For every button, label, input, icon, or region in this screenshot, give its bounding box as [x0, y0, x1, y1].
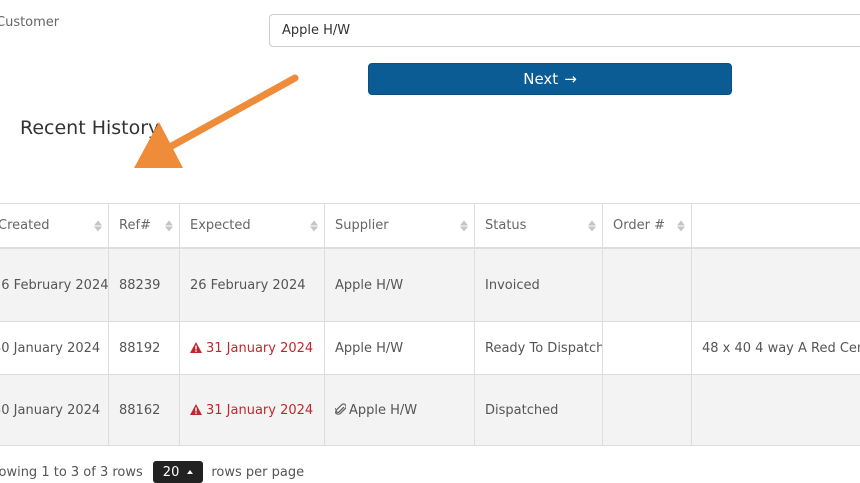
column-header-ref[interactable]: Ref# — [109, 204, 180, 249]
cell-status: Invoiced — [475, 248, 603, 322]
cell-ref: 88192 — [109, 322, 180, 375]
warning-icon — [190, 404, 202, 415]
sort-icon — [677, 220, 685, 231]
cell-ref: 88162 — [109, 375, 180, 446]
cell-created: 30 January 2024 — [0, 322, 109, 375]
cell-expected: 31 January 2024 — [180, 375, 325, 446]
column-header-status[interactable]: Status — [475, 204, 603, 249]
cell-status: Ready To Dispatch — [475, 322, 603, 375]
table-row[interactable]: 26 February 2024 88239 26 February 2024 … — [0, 248, 860, 322]
page-size-dropdown[interactable]: 20 — [153, 461, 204, 483]
next-label: Next — [523, 70, 558, 88]
expected-date: 31 January 2024 — [206, 403, 313, 418]
sort-icon — [460, 220, 468, 231]
supplier-name: Apple H/W — [349, 403, 417, 418]
cell-notes — [692, 375, 860, 446]
sort-icon — [310, 220, 318, 231]
cell-order — [603, 375, 692, 446]
table-header-row: Created Ref# Expected Supplier Status Or… — [0, 204, 860, 249]
cell-expected: 31 January 2024 — [180, 322, 325, 375]
cell-supplier: Apple H/W — [325, 375, 475, 446]
table-row[interactable]: 30 January 2024 88162 31 January 2024 Ap… — [0, 375, 860, 446]
page-size-value: 20 — [163, 465, 180, 480]
cell-supplier: Apple H/W — [325, 248, 475, 322]
pagination-summary: Showing 1 to 3 of 3 rows — [0, 465, 143, 480]
warning-icon — [190, 342, 202, 353]
customer-label: Customer — [0, 15, 59, 30]
cell-expected: 26 February 2024 — [180, 248, 325, 322]
table-row[interactable]: 30 January 2024 88192 31 January 2024 Ap… — [0, 322, 860, 375]
cell-order — [603, 248, 692, 322]
cell-notes — [692, 248, 860, 322]
cell-order — [603, 322, 692, 375]
cell-notes: 48 x 40 4 way A Red Centre — [692, 322, 860, 375]
sort-icon — [588, 220, 596, 231]
column-header-supplier[interactable]: Supplier — [325, 204, 475, 249]
cell-created: 26 February 2024 — [0, 248, 109, 322]
next-button[interactable]: Next → — [368, 63, 732, 95]
column-header-order[interactable]: Order # — [603, 204, 692, 249]
cell-supplier: Apple H/W — [325, 322, 475, 375]
column-header-created[interactable]: Created — [0, 204, 109, 249]
pagination: Showing 1 to 3 of 3 rows 20 rows per pag… — [0, 461, 304, 483]
history-table: Created Ref# Expected Supplier Status Or… — [0, 203, 860, 446]
caret-up-icon — [187, 470, 193, 474]
section-title: Recent History — [20, 117, 159, 139]
expected-date: 31 January 2024 — [206, 341, 313, 356]
cell-status: Dispatched — [475, 375, 603, 446]
column-header-expected[interactable]: Expected — [180, 204, 325, 249]
column-header-notes — [692, 204, 860, 249]
cell-ref: 88239 — [109, 248, 180, 322]
rows-per-page-label: rows per page — [211, 465, 304, 480]
sort-icon — [165, 220, 173, 231]
cell-created: 30 January 2024 — [0, 375, 109, 446]
customer-input[interactable] — [269, 14, 860, 47]
sort-icon — [94, 220, 102, 231]
paperclip-icon[interactable] — [335, 403, 346, 416]
arrow-right-icon: → — [564, 70, 577, 88]
